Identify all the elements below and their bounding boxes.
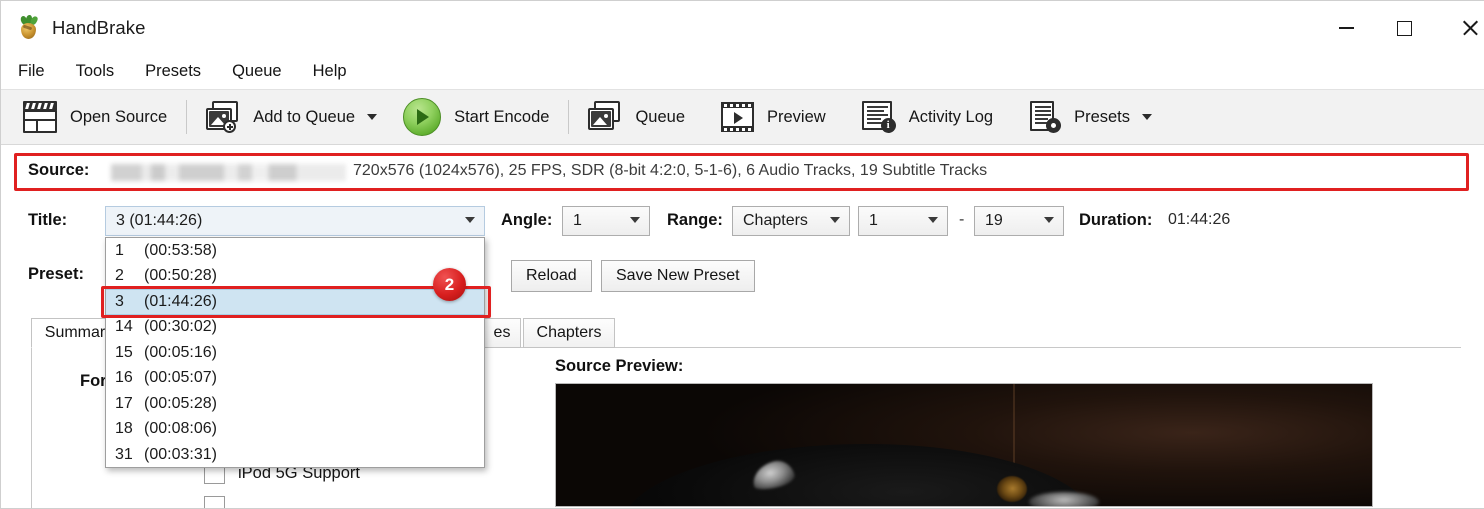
secondary-checkbox[interactable] <box>204 496 225 508</box>
dropdown-option[interactable]: 18 (00:08:06) <box>106 417 484 443</box>
chevron-down-icon <box>1044 217 1054 223</box>
range-label: Range: <box>667 211 723 229</box>
log-info-icon: i <box>861 101 896 133</box>
close-button[interactable] <box>1433 1 1484 55</box>
source-preview-label: Source Preview: <box>555 357 684 375</box>
window-title: HandBrake <box>52 17 146 38</box>
toolbar: Open Source Add to Queue Start Encode Qu… <box>1 89 1484 145</box>
open-source-label: Open Source <box>70 107 168 126</box>
menu-item-help[interactable]: Help <box>313 59 360 85</box>
angle-combobox[interactable]: 1 <box>562 206 650 236</box>
toolbar-separator <box>186 100 188 134</box>
tab-chapters[interactable]: Chapters <box>523 318 615 348</box>
activity-log-button[interactable]: i Activity Log <box>852 95 1003 139</box>
source-info: 720x576 (1024x576), 25 FPS, SDR (8-bit 4… <box>353 162 988 179</box>
save-new-preset-button[interactable]: Save New Preset <box>601 260 755 292</box>
range-end-value: 19 <box>985 212 1003 229</box>
reload-button[interactable]: Reload <box>511 260 592 292</box>
handbrake-pineapple-icon <box>17 15 41 40</box>
preview-button[interactable]: Preview <box>711 95 836 139</box>
duration-value: 01:44:26 <box>1168 211 1231 228</box>
queue-button[interactable]: Queue <box>578 95 695 139</box>
minimize-button[interactable] <box>1317 1 1375 55</box>
add-to-queue-label: Add to Queue <box>253 107 356 126</box>
preset-label: Preset: <box>28 265 84 283</box>
range-dash: - <box>959 211 965 228</box>
start-encode-label: Start Encode <box>454 107 550 126</box>
activity-log-label: Activity Log <box>908 107 994 126</box>
handbrake-window: HandBrake File Tools Presets Queue Help … <box>0 0 1484 509</box>
angle-label: Angle: <box>501 211 553 229</box>
title-combobox[interactable]: 3 (01:44:26) <box>105 206 485 236</box>
tab-subtitles[interactable]: es <box>483 318 521 348</box>
green-play-icon <box>403 98 442 136</box>
dropdown-option[interactable]: 31 (00:03:31) <box>106 442 484 468</box>
menu-item-queue[interactable]: Queue <box>232 59 295 85</box>
preview-subject-chin <box>1029 492 1100 506</box>
maximize-icon <box>1396 20 1412 36</box>
presets-label: Presets <box>1074 107 1130 126</box>
step-badge-2: 2 <box>433 268 466 301</box>
chevron-down-icon <box>465 217 475 223</box>
minimize-icon <box>1338 27 1354 29</box>
presets-button[interactable]: Presets <box>1019 95 1162 139</box>
chevron-down-icon <box>830 217 840 223</box>
preview-subject-eye <box>996 476 1027 502</box>
presets-chevron-down-icon[interactable] <box>1142 114 1152 120</box>
start-encode-button[interactable]: Start Encode <box>393 95 559 139</box>
chevron-down-icon[interactable] <box>367 114 378 120</box>
add-images-icon <box>206 101 240 133</box>
range-type-combobox[interactable]: Chapters <box>732 206 850 236</box>
range-start-combobox[interactable]: 1 <box>858 206 948 236</box>
clapperboard-icon <box>23 101 57 133</box>
source-row: Source: 720x576 (1024x576), 25 FPS, SDR … <box>1 146 1484 198</box>
chevron-down-icon <box>630 217 640 223</box>
dropdown-option[interactable]: 15 (00:05:16) <box>106 340 484 366</box>
menu-item-tools[interactable]: Tools <box>76 59 128 85</box>
menu-bar: File Tools Presets Queue Help <box>1 55 1484 89</box>
menu-item-file[interactable]: File <box>18 59 58 85</box>
chevron-down-icon <box>928 217 938 223</box>
source-preview-image[interactable] <box>555 383 1373 507</box>
title-combobox-value: 3 (01:44:26) <box>116 212 203 229</box>
toolbar-separator-2 <box>568 100 570 134</box>
add-to-queue-button[interactable]: Add to Queue <box>196 95 387 139</box>
title-bar: HandBrake <box>1 1 1484 55</box>
source-filename-redacted <box>111 164 346 181</box>
close-icon <box>1461 19 1479 37</box>
title-label: Title: <box>28 211 68 229</box>
range-start-value: 1 <box>869 212 878 229</box>
window-controls <box>1317 1 1484 55</box>
film-preview-icon <box>721 102 754 132</box>
queue-label: Queue <box>635 107 685 126</box>
dropdown-option[interactable]: 17 (00:05:28) <box>106 391 484 417</box>
selected-option-highlight-box <box>101 286 491 318</box>
dropdown-option[interactable]: 16 (00:05:07) <box>106 366 484 392</box>
preset-gear-icon <box>1029 101 1062 133</box>
preview-label: Preview <box>767 107 826 126</box>
duration-label: Duration: <box>1079 211 1153 229</box>
images-stack-icon <box>588 101 622 133</box>
open-source-button[interactable]: Open Source <box>13 95 177 139</box>
menu-item-presets[interactable]: Presets <box>145 59 214 85</box>
dropdown-option[interactable]: 1 (00:53:58) <box>106 238 484 264</box>
title-dropdown-list[interactable]: 1 (00:53:58) 2 (00:50:28) 3 (01:44:26) 14 (0… <box>105 237 485 468</box>
source-label: Source: <box>28 161 90 179</box>
range-type-value: Chapters <box>743 212 808 229</box>
dropdown-option[interactable]: 14 (00:30:02) <box>106 315 484 341</box>
maximize-button[interactable] <box>1375 1 1433 55</box>
angle-combobox-value: 1 <box>573 212 582 229</box>
range-end-combobox[interactable]: 19 <box>974 206 1064 236</box>
